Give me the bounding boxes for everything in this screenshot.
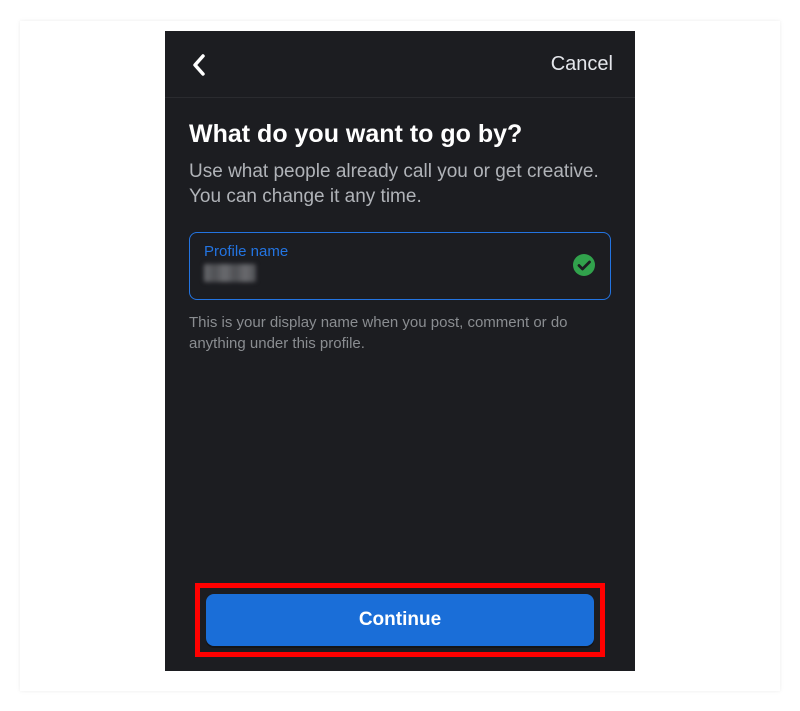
continue-highlight-box: Continue <box>195 583 605 657</box>
helper-text: This is your display name when you post,… <box>189 312 611 354</box>
outer-frame: Cancel What do you want to go by? Use wh… <box>20 21 780 691</box>
footer-area: Continue <box>189 583 611 671</box>
top-bar: Cancel <box>165 31 635 98</box>
profile-name-input-area: Profile name <box>204 243 572 287</box>
app-screen: Cancel What do you want to go by? Use wh… <box>165 31 635 671</box>
checkmark-icon <box>572 253 596 277</box>
back-button[interactable] <box>185 51 213 79</box>
profile-name-value[interactable] <box>204 264 256 282</box>
page-subtitle: Use what people already call you or get … <box>189 159 611 210</box>
profile-name-field[interactable]: Profile name <box>189 232 611 300</box>
continue-button[interactable]: Continue <box>206 594 594 646</box>
chevron-left-icon <box>191 54 207 76</box>
profile-name-label: Profile name <box>204 243 572 260</box>
page-title: What do you want to go by? <box>189 120 611 149</box>
content-area: What do you want to go by? Use what peop… <box>165 98 635 671</box>
cancel-button[interactable]: Cancel <box>551 53 613 76</box>
